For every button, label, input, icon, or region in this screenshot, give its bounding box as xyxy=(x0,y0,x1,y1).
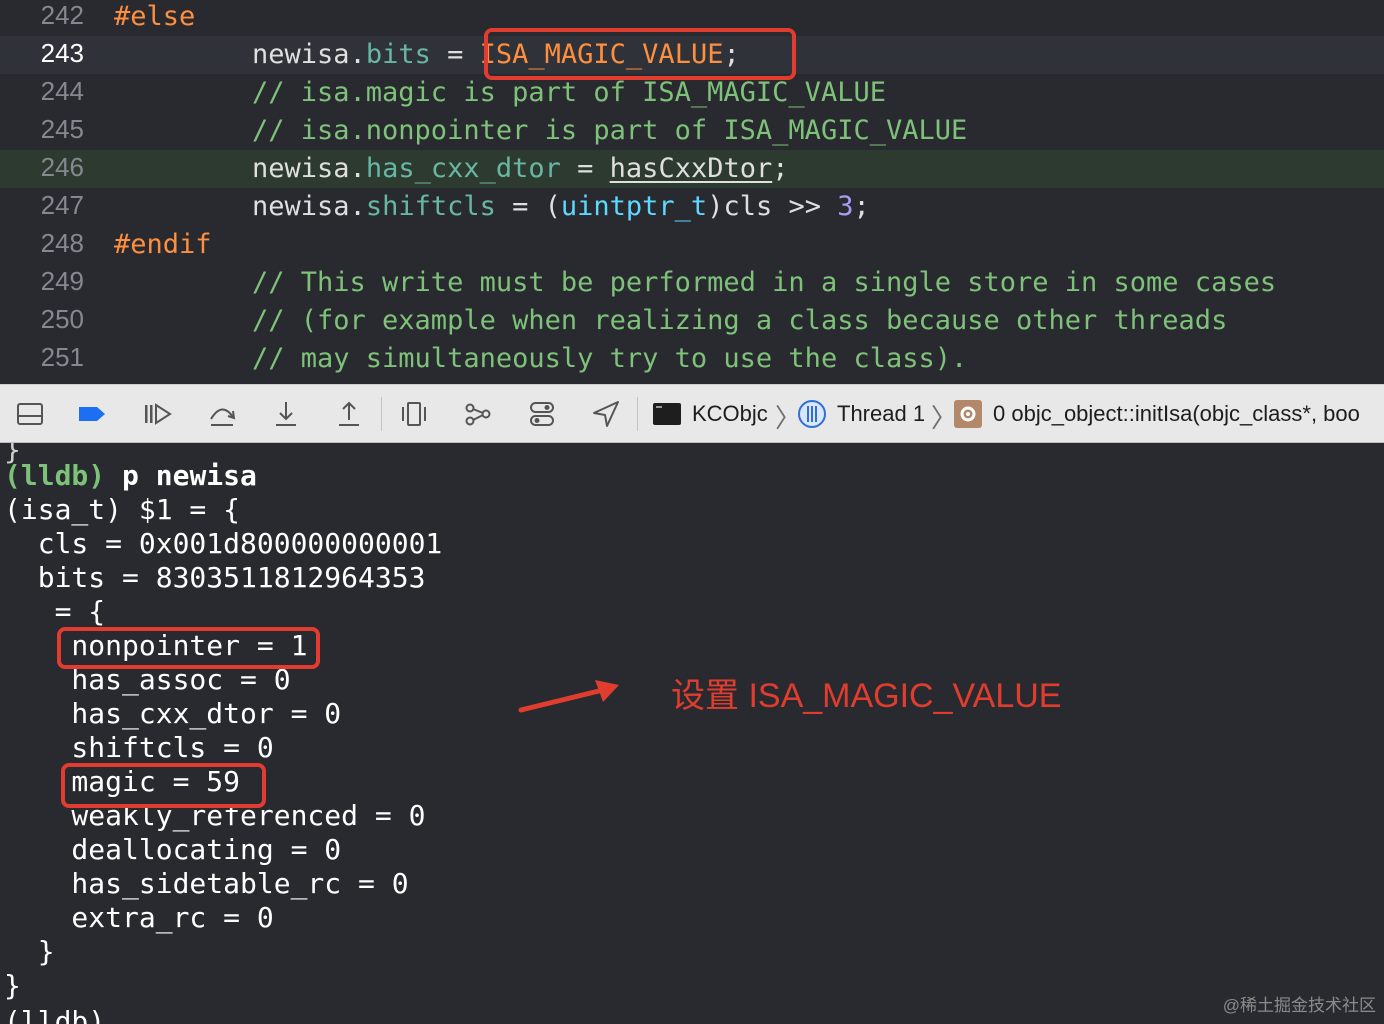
lldb-prompt: (lldb) xyxy=(4,459,106,492)
environment-overrides-icon[interactable] xyxy=(526,399,558,429)
code-line[interactable]: 245 // isa.nonpointer is part of ISA_MAG… xyxy=(0,112,1384,150)
toggle-console-icon[interactable] xyxy=(14,399,46,429)
code-text: #endif xyxy=(114,229,212,260)
line-number: 246 xyxy=(40,152,84,182)
line-number: 250 xyxy=(40,304,84,334)
console-output-line: deallocating = 0 xyxy=(4,833,342,866)
line-number: 248 xyxy=(40,228,84,258)
lldb-console[interactable]: } (lldb) p newisa (isa_t) $1 = { cls = 0… xyxy=(0,443,1384,1024)
code-comment: // isa.magic is part of ISA_MAGIC_VALUE xyxy=(252,77,886,108)
code-line[interactable]: 248 #endif xyxy=(0,226,1384,264)
location-icon[interactable] xyxy=(590,399,622,429)
line-number: 247 xyxy=(40,190,84,220)
code-comment: // (for example when realizing a class b… xyxy=(252,305,1228,336)
memory-graph-icon[interactable] xyxy=(462,399,494,429)
code-text: newisa.has_cxx_dtor = hasCxxDtor; xyxy=(252,153,789,184)
highlight-box-nonpointer xyxy=(57,627,320,669)
thread-name: Thread 1 xyxy=(837,401,926,426)
line-number: 245 xyxy=(40,114,84,144)
step-into-icon[interactable] xyxy=(270,399,302,429)
code-line[interactable]: 250 // (for example when realizing a cla… xyxy=(0,302,1384,340)
console-output-line: has_sidetable_rc = 0 xyxy=(4,867,409,900)
step-out-icon[interactable] xyxy=(333,399,365,429)
code-comment: // This write must be performed in a sin… xyxy=(252,267,1277,298)
frame-name: 0 objc_object::initIsa(objc_class*, boo xyxy=(993,401,1360,426)
continue-icon[interactable] xyxy=(141,399,173,429)
view-hierarchy-icon[interactable] xyxy=(398,399,430,429)
console-clipped-prompt: (lldb) xyxy=(4,1005,106,1024)
highlight-box-isa-magic-value xyxy=(484,28,796,80)
thread-icon xyxy=(798,400,826,428)
code-line[interactable]: 251 // may simultaneously try to use the… xyxy=(0,340,1384,378)
stack-frame-gear-icon xyxy=(954,400,982,428)
code-comment: // may simultaneously try to use the cla… xyxy=(252,343,968,374)
line-number: 251 xyxy=(40,342,84,372)
console-output-line: (isa_t) $1 = { xyxy=(4,493,241,526)
code-line[interactable]: 249 // This write must be performed in a… xyxy=(0,264,1384,302)
terminal-app-icon xyxy=(653,403,681,425)
code-line[interactable]: 247 newisa.shiftcls = (uintptr_t)cls >> … xyxy=(0,188,1384,226)
debug-bar: KCObjc 〉 Thread 1 〉 0 objc_object::initI… xyxy=(0,384,1384,443)
console-output-line: extra_rc = 0 xyxy=(4,901,274,934)
breadcrumb-frame[interactable]: 0 objc_object::initIsa(objc_class*, boo xyxy=(953,399,1360,429)
line-number: 249 xyxy=(40,266,84,296)
console-output-line: } xyxy=(4,969,21,1002)
target-name: KCObjc xyxy=(692,401,768,426)
console-output-line: } xyxy=(4,935,55,968)
console-command-line: (lldb) p newisa xyxy=(4,459,257,493)
toolbar-separator xyxy=(381,397,382,431)
console-output-line: cls = 0x001d800000000001 xyxy=(4,527,443,560)
code-line-highlighted[interactable]: 246 newisa.has_cxx_dtor = hasCxxDtor; xyxy=(0,150,1384,188)
has-cxx-dtor-token: hasCxxDtor xyxy=(609,153,773,184)
watermark: @稀土掘金技术社区 xyxy=(1222,996,1376,1015)
code-comment: // isa.nonpointer is part of ISA_MAGIC_V… xyxy=(252,115,968,146)
annotation-arrow-icon xyxy=(518,680,619,713)
line-number: 242 xyxy=(40,0,84,30)
breakpoints-icon[interactable] xyxy=(76,399,108,429)
console-output-line: bits = 8303511812964353 xyxy=(4,561,426,594)
lldb-command: p newisa xyxy=(105,459,257,492)
highlight-box-magic xyxy=(61,763,266,808)
console-output-line: shiftcls = 0 xyxy=(4,731,274,764)
console-output-line: has_cxx_dtor = 0 xyxy=(4,697,342,730)
line-number: 243 xyxy=(40,38,84,68)
line-number: 244 xyxy=(40,76,84,106)
code-text: newisa.shiftcls = (uintptr_t)cls >> 3; xyxy=(252,191,870,222)
annotation-label: 设置 ISA_MAGIC_VALUE xyxy=(671,677,1062,715)
console-output-line: = { xyxy=(4,595,106,628)
code-text: #else xyxy=(114,1,196,32)
breadcrumb-thread[interactable]: Thread 1 xyxy=(797,399,925,429)
breadcrumb-target[interactable]: KCObjc xyxy=(652,399,768,429)
toolbar-separator xyxy=(637,397,638,431)
step-over-icon[interactable] xyxy=(206,399,238,429)
